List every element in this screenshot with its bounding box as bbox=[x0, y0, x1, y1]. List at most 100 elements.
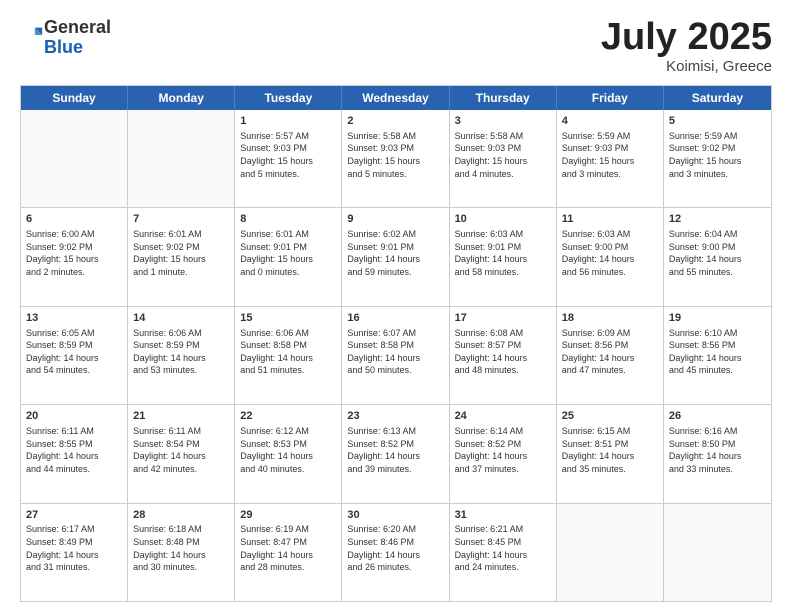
day-number: 4 bbox=[562, 114, 658, 129]
cell-info: Sunrise: 6:10 AM Sunset: 8:56 PM Dayligh… bbox=[669, 327, 766, 377]
calendar-body: 1Sunrise: 5:57 AM Sunset: 9:03 PM Daylig… bbox=[21, 110, 771, 601]
calendar-cell-r1c6: 12Sunrise: 6:04 AM Sunset: 9:00 PM Dayli… bbox=[664, 208, 771, 305]
calendar-row-2: 13Sunrise: 6:05 AM Sunset: 8:59 PM Dayli… bbox=[21, 307, 771, 405]
day-number: 30 bbox=[347, 508, 443, 523]
cell-info: Sunrise: 6:17 AM Sunset: 8:49 PM Dayligh… bbox=[26, 523, 122, 573]
weekday-header-wednesday: Wednesday bbox=[342, 86, 449, 110]
calendar-cell-r3c0: 20Sunrise: 6:11 AM Sunset: 8:55 PM Dayli… bbox=[21, 405, 128, 502]
day-number: 9 bbox=[347, 212, 443, 227]
cell-info: Sunrise: 5:57 AM Sunset: 9:03 PM Dayligh… bbox=[240, 130, 336, 180]
cell-info: Sunrise: 6:20 AM Sunset: 8:46 PM Dayligh… bbox=[347, 523, 443, 573]
calendar-cell-r3c5: 25Sunrise: 6:15 AM Sunset: 8:51 PM Dayli… bbox=[557, 405, 664, 502]
cell-info: Sunrise: 6:11 AM Sunset: 8:55 PM Dayligh… bbox=[26, 425, 122, 475]
day-number: 8 bbox=[240, 212, 336, 227]
cell-info: Sunrise: 6:03 AM Sunset: 9:01 PM Dayligh… bbox=[455, 228, 551, 278]
calendar-cell-r3c4: 24Sunrise: 6:14 AM Sunset: 8:52 PM Dayli… bbox=[450, 405, 557, 502]
logo: General Blue bbox=[20, 18, 111, 58]
calendar-cell-r4c2: 29Sunrise: 6:19 AM Sunset: 8:47 PM Dayli… bbox=[235, 504, 342, 601]
calendar-cell-r1c0: 6Sunrise: 6:00 AM Sunset: 9:02 PM Daylig… bbox=[21, 208, 128, 305]
cell-info: Sunrise: 6:08 AM Sunset: 8:57 PM Dayligh… bbox=[455, 327, 551, 377]
title-block: July 2025 Koimisi, Greece bbox=[601, 18, 772, 75]
calendar-cell-r2c3: 16Sunrise: 6:07 AM Sunset: 8:58 PM Dayli… bbox=[342, 307, 449, 404]
logo-icon bbox=[22, 24, 44, 46]
day-number: 16 bbox=[347, 311, 443, 326]
day-number: 3 bbox=[455, 114, 551, 129]
cell-info: Sunrise: 6:04 AM Sunset: 9:00 PM Dayligh… bbox=[669, 228, 766, 278]
calendar-cell-r2c2: 15Sunrise: 6:06 AM Sunset: 8:58 PM Dayli… bbox=[235, 307, 342, 404]
logo-general-text: General bbox=[44, 17, 111, 37]
calendar-cell-r2c0: 13Sunrise: 6:05 AM Sunset: 8:59 PM Dayli… bbox=[21, 307, 128, 404]
cell-info: Sunrise: 6:02 AM Sunset: 9:01 PM Dayligh… bbox=[347, 228, 443, 278]
day-number: 26 bbox=[669, 409, 766, 424]
day-number: 18 bbox=[562, 311, 658, 326]
logo-blue-text: Blue bbox=[44, 37, 83, 57]
calendar-cell-r1c2: 8Sunrise: 6:01 AM Sunset: 9:01 PM Daylig… bbox=[235, 208, 342, 305]
weekday-header-thursday: Thursday bbox=[450, 86, 557, 110]
day-number: 10 bbox=[455, 212, 551, 227]
calendar-cell-r0c1 bbox=[128, 110, 235, 207]
location: Koimisi, Greece bbox=[601, 58, 772, 75]
cell-info: Sunrise: 6:11 AM Sunset: 8:54 PM Dayligh… bbox=[133, 425, 229, 475]
cell-info: Sunrise: 6:00 AM Sunset: 9:02 PM Dayligh… bbox=[26, 228, 122, 278]
day-number: 7 bbox=[133, 212, 229, 227]
calendar-cell-r0c2: 1Sunrise: 5:57 AM Sunset: 9:03 PM Daylig… bbox=[235, 110, 342, 207]
day-number: 24 bbox=[455, 409, 551, 424]
cell-info: Sunrise: 6:03 AM Sunset: 9:00 PM Dayligh… bbox=[562, 228, 658, 278]
day-number: 28 bbox=[133, 508, 229, 523]
day-number: 19 bbox=[669, 311, 766, 326]
cell-info: Sunrise: 6:06 AM Sunset: 8:58 PM Dayligh… bbox=[240, 327, 336, 377]
cell-info: Sunrise: 6:05 AM Sunset: 8:59 PM Dayligh… bbox=[26, 327, 122, 377]
cell-info: Sunrise: 6:13 AM Sunset: 8:52 PM Dayligh… bbox=[347, 425, 443, 475]
calendar-cell-r1c4: 10Sunrise: 6:03 AM Sunset: 9:01 PM Dayli… bbox=[450, 208, 557, 305]
calendar-cell-r1c5: 11Sunrise: 6:03 AM Sunset: 9:00 PM Dayli… bbox=[557, 208, 664, 305]
cell-info: Sunrise: 6:16 AM Sunset: 8:50 PM Dayligh… bbox=[669, 425, 766, 475]
calendar-cell-r2c4: 17Sunrise: 6:08 AM Sunset: 8:57 PM Dayli… bbox=[450, 307, 557, 404]
cell-info: Sunrise: 5:59 AM Sunset: 9:03 PM Dayligh… bbox=[562, 130, 658, 180]
calendar-cell-r0c4: 3Sunrise: 5:58 AM Sunset: 9:03 PM Daylig… bbox=[450, 110, 557, 207]
day-number: 17 bbox=[455, 311, 551, 326]
day-number: 27 bbox=[26, 508, 122, 523]
day-number: 1 bbox=[240, 114, 336, 129]
day-number: 15 bbox=[240, 311, 336, 326]
calendar-cell-r3c2: 22Sunrise: 6:12 AM Sunset: 8:53 PM Dayli… bbox=[235, 405, 342, 502]
calendar-cell-r2c6: 19Sunrise: 6:10 AM Sunset: 8:56 PM Dayli… bbox=[664, 307, 771, 404]
calendar-cell-r1c3: 9Sunrise: 6:02 AM Sunset: 9:01 PM Daylig… bbox=[342, 208, 449, 305]
day-number: 29 bbox=[240, 508, 336, 523]
calendar-cell-r2c1: 14Sunrise: 6:06 AM Sunset: 8:59 PM Dayli… bbox=[128, 307, 235, 404]
day-number: 25 bbox=[562, 409, 658, 424]
weekday-header-tuesday: Tuesday bbox=[235, 86, 342, 110]
day-number: 13 bbox=[26, 311, 122, 326]
cell-info: Sunrise: 6:19 AM Sunset: 8:47 PM Dayligh… bbox=[240, 523, 336, 573]
calendar-row-3: 20Sunrise: 6:11 AM Sunset: 8:55 PM Dayli… bbox=[21, 405, 771, 503]
cell-info: Sunrise: 6:07 AM Sunset: 8:58 PM Dayligh… bbox=[347, 327, 443, 377]
cell-info: Sunrise: 6:14 AM Sunset: 8:52 PM Dayligh… bbox=[455, 425, 551, 475]
calendar-cell-r4c4: 31Sunrise: 6:21 AM Sunset: 8:45 PM Dayli… bbox=[450, 504, 557, 601]
calendar-cell-r0c3: 2Sunrise: 5:58 AM Sunset: 9:03 PM Daylig… bbox=[342, 110, 449, 207]
calendar-cell-r0c0 bbox=[21, 110, 128, 207]
calendar: SundayMondayTuesdayWednesdayThursdayFrid… bbox=[20, 85, 772, 602]
day-number: 23 bbox=[347, 409, 443, 424]
calendar-cell-r2c5: 18Sunrise: 6:09 AM Sunset: 8:56 PM Dayli… bbox=[557, 307, 664, 404]
calendar-cell-r3c1: 21Sunrise: 6:11 AM Sunset: 8:54 PM Dayli… bbox=[128, 405, 235, 502]
day-number: 22 bbox=[240, 409, 336, 424]
cell-info: Sunrise: 5:58 AM Sunset: 9:03 PM Dayligh… bbox=[347, 130, 443, 180]
day-number: 12 bbox=[669, 212, 766, 227]
weekday-header-sunday: Sunday bbox=[21, 86, 128, 110]
day-number: 5 bbox=[669, 114, 766, 129]
page: General Blue July 2025 Koimisi, Greece S… bbox=[0, 0, 792, 612]
calendar-cell-r1c1: 7Sunrise: 6:01 AM Sunset: 9:02 PM Daylig… bbox=[128, 208, 235, 305]
calendar-cell-r4c6 bbox=[664, 504, 771, 601]
calendar-cell-r3c6: 26Sunrise: 6:16 AM Sunset: 8:50 PM Dayli… bbox=[664, 405, 771, 502]
cell-info: Sunrise: 6:09 AM Sunset: 8:56 PM Dayligh… bbox=[562, 327, 658, 377]
cell-info: Sunrise: 6:12 AM Sunset: 8:53 PM Dayligh… bbox=[240, 425, 336, 475]
day-number: 14 bbox=[133, 311, 229, 326]
weekday-header-friday: Friday bbox=[557, 86, 664, 110]
cell-info: Sunrise: 6:18 AM Sunset: 8:48 PM Dayligh… bbox=[133, 523, 229, 573]
calendar-cell-r0c5: 4Sunrise: 5:59 AM Sunset: 9:03 PM Daylig… bbox=[557, 110, 664, 207]
calendar-cell-r4c0: 27Sunrise: 6:17 AM Sunset: 8:49 PM Dayli… bbox=[21, 504, 128, 601]
cell-info: Sunrise: 6:21 AM Sunset: 8:45 PM Dayligh… bbox=[455, 523, 551, 573]
calendar-cell-r4c3: 30Sunrise: 6:20 AM Sunset: 8:46 PM Dayli… bbox=[342, 504, 449, 601]
cell-info: Sunrise: 6:15 AM Sunset: 8:51 PM Dayligh… bbox=[562, 425, 658, 475]
cell-info: Sunrise: 6:01 AM Sunset: 9:01 PM Dayligh… bbox=[240, 228, 336, 278]
day-number: 31 bbox=[455, 508, 551, 523]
